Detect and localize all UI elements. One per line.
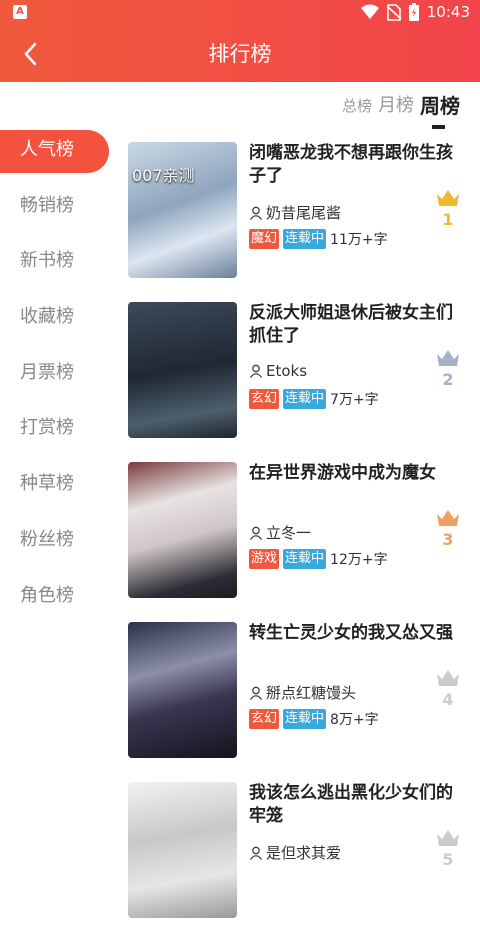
rank-number: 2 [442,370,454,389]
page-title: 排行榜 [208,42,272,66]
status-tag: 连载中 [283,229,327,249]
person-icon [249,206,263,220]
book-item[interactable]: 在异世界游戏中成为魔女 立冬一 游戏 连载中 12万+字 3 [128,462,480,622]
book-item[interactable]: 007亲测 闭嘴恶龙我不想再跟你生孩子了 奶昔尾尾酱 魔幻 连载中 11万+字 … [128,142,480,302]
status-bar: A 10:43 [0,0,480,26]
book-cover[interactable] [128,302,237,438]
sidebar-item-bestseller[interactable]: 畅销榜 [0,184,112,240]
sidebar-item-rewards[interactable]: 打赏榜 [0,406,112,462]
app-header: A 10:43 排行榜 [0,0,480,82]
sidebar-item-monthly-votes[interactable]: 月票榜 [0,351,112,407]
word-count: 11万+字 [330,232,388,248]
book-author: Etoks [249,362,307,380]
person-icon [249,846,263,860]
word-count: 12万+字 [330,552,388,568]
book-item[interactable]: 反派大师姐退休后被女主们抓住了 Etoks 玄幻 连载中 7万+字 2 [128,302,480,462]
book-tags: 魔幻 连载中 11万+字 [249,229,388,249]
nav-bar: 排行榜 [0,26,480,82]
app-notification-icon: A [13,5,27,19]
book-title[interactable]: 闭嘴恶龙我不想再跟你生孩子了 [249,142,454,188]
sidebar-item-fans[interactable]: 粉丝榜 [0,518,112,574]
author-name: Etoks [266,362,308,380]
word-count: 8万+字 [330,712,379,728]
book-cover[interactable] [128,462,237,598]
rank-badge: 1 [434,188,462,229]
author-name: 立冬一 [266,524,312,542]
status-tag: 连载中 [283,549,327,569]
author-name: 是但求其爱 [266,844,342,862]
book-author: 是但求其爱 [249,842,341,863]
author-name: 掰点红糖馒头 [266,684,357,702]
rank-badge: 2 [434,348,462,389]
tab-total[interactable]: 总榜 [342,95,372,117]
genre-tag: 游戏 [249,549,280,569]
sidebar-item-new-books[interactable]: 新书榜 [0,239,112,295]
book-author: 立冬一 [249,522,311,543]
status-tag: 连载中 [283,389,327,409]
no-sim-icon [386,3,401,21]
rank-badge: 5 [434,828,462,869]
person-icon [249,526,263,540]
book-item[interactable]: 我该怎么逃出黑化少女们的牢笼 是但求其爱 5 [128,782,480,942]
sidebar-item-characters[interactable]: 角色榜 [0,574,112,630]
book-title[interactable]: 我该怎么逃出黑化少女们的牢笼 [249,782,454,828]
tab-monthly[interactable]: 月榜 [378,95,414,117]
battery-icon [408,3,419,21]
book-ranking-list: 007亲测 闭嘴恶龙我不想再跟你生孩子了 奶昔尾尾酱 魔幻 连载中 11万+字 … [128,142,480,942]
crown-icon [437,830,459,846]
book-title[interactable]: 在异世界游戏中成为魔女 [249,462,454,485]
status-time: 10:43 [426,3,470,21]
person-icon [249,686,263,700]
ranking-category-sidebar: 人气榜 畅销榜 新书榜 收藏榜 月票榜 打赏榜 种草榜 粉丝榜 角色榜 [0,128,112,629]
rank-number: 3 [442,530,454,549]
rank-number: 4 [442,690,454,709]
crown-icon [437,190,459,206]
crown-icon [437,510,459,526]
sidebar-item-recommend[interactable]: 种草榜 [0,462,112,518]
rank-number: 1 [442,210,454,229]
book-item[interactable]: 转生亡灵少女的我又怂又强 掰点红糖馒头 玄幻 连载中 8万+字 4 [128,622,480,782]
book-title[interactable]: 反派大师姐退休后被女主们抓住了 [249,302,454,348]
person-icon [249,364,263,378]
rank-number: 5 [442,850,454,869]
book-author: 奶昔尾尾酱 [249,202,341,223]
rank-badge: 3 [434,508,462,549]
word-count: 7万+字 [330,392,379,408]
rank-badge: 4 [434,668,462,709]
book-cover[interactable] [128,622,237,758]
tab-weekly[interactable]: 周榜 [420,95,460,129]
crown-icon [437,670,459,686]
genre-tag: 玄幻 [249,709,280,729]
wifi-icon [360,4,379,19]
book-title[interactable]: 转生亡灵少女的我又怂又强 [249,622,454,645]
book-tags: 游戏 连载中 12万+字 [249,549,388,569]
genre-tag: 魔幻 [249,229,280,249]
author-name: 奶昔尾尾酱 [266,204,342,222]
cover-watermark: 007亲测 [132,166,195,185]
crown-icon [437,350,459,366]
book-tags: 玄幻 连载中 7万+字 [249,389,379,409]
status-tag: 连载中 [283,709,327,729]
sidebar-item-popularity[interactable]: 人气榜 [0,128,112,184]
book-tags: 玄幻 连载中 8万+字 [249,709,379,729]
book-cover[interactable]: 007亲测 [128,142,237,278]
sidebar-item-favorites[interactable]: 收藏榜 [0,295,112,351]
book-author: 掰点红糖馒头 [249,682,356,703]
rank-period-tabs: 总榜 月榜 周榜 [342,95,460,129]
genre-tag: 玄幻 [249,389,280,409]
book-cover[interactable] [128,782,237,918]
